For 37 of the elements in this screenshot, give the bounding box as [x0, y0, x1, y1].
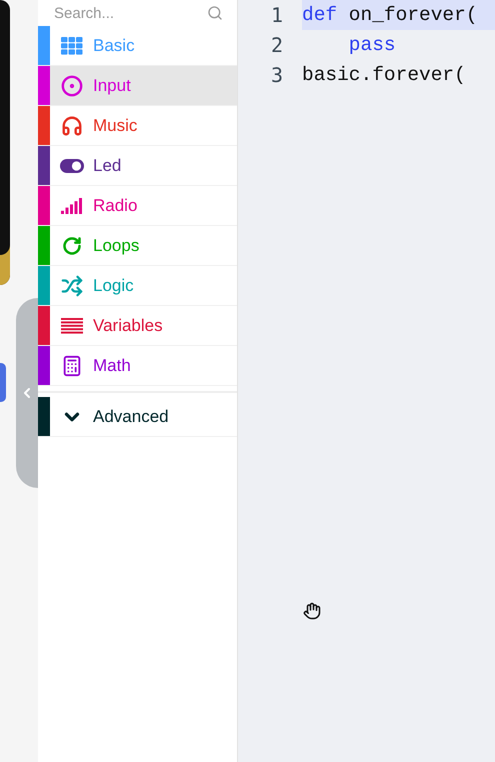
category-label: Led	[93, 156, 122, 176]
category-item[interactable]: Variables	[38, 306, 237, 346]
loop-arrow-icon	[62, 236, 82, 256]
search-field[interactable]: Search...	[54, 2, 194, 24]
category-label: Radio	[93, 196, 138, 216]
category-item[interactable]: Radio	[38, 186, 237, 226]
lines-icon	[60, 318, 82, 334]
category-item[interactable]: Logic	[38, 266, 237, 306]
advanced-item[interactable]: Advanced	[38, 397, 237, 437]
category-label: Advanced	[93, 406, 169, 426]
category-label: Loops	[93, 236, 140, 256]
category-item[interactable]: Basic	[38, 26, 237, 66]
category-item[interactable]: Math	[38, 346, 237, 386]
code-line: pass	[348, 33, 397, 58]
grid-icon	[60, 36, 82, 54]
toggle-icon	[60, 158, 84, 172]
category-item[interactable]: Input	[38, 66, 237, 106]
collapse-simulator-button[interactable]	[16, 298, 38, 488]
category-label: Variables	[93, 316, 163, 336]
category-item[interactable]: Music	[38, 106, 237, 146]
category-item[interactable]: Loops	[38, 226, 237, 266]
category-label: Math	[93, 356, 131, 376]
line-number: 1	[270, 3, 284, 27]
search-icon[interactable]	[207, 5, 223, 21]
line-number: 3	[270, 63, 284, 87]
code-line: basic.forever(	[302, 63, 467, 88]
category-label: Logic	[93, 276, 134, 296]
hand-cursor-icon	[303, 602, 321, 620]
signal-bars-icon	[60, 198, 82, 214]
shuffle-icon	[60, 274, 82, 296]
category-label: Music	[93, 116, 138, 136]
line-number: 2	[270, 33, 284, 57]
category-label: Input	[93, 76, 131, 96]
category-item[interactable]: Led	[38, 146, 237, 186]
target-icon	[60, 74, 82, 96]
category-label: Basic	[93, 36, 135, 56]
headphones-icon	[60, 114, 82, 136]
